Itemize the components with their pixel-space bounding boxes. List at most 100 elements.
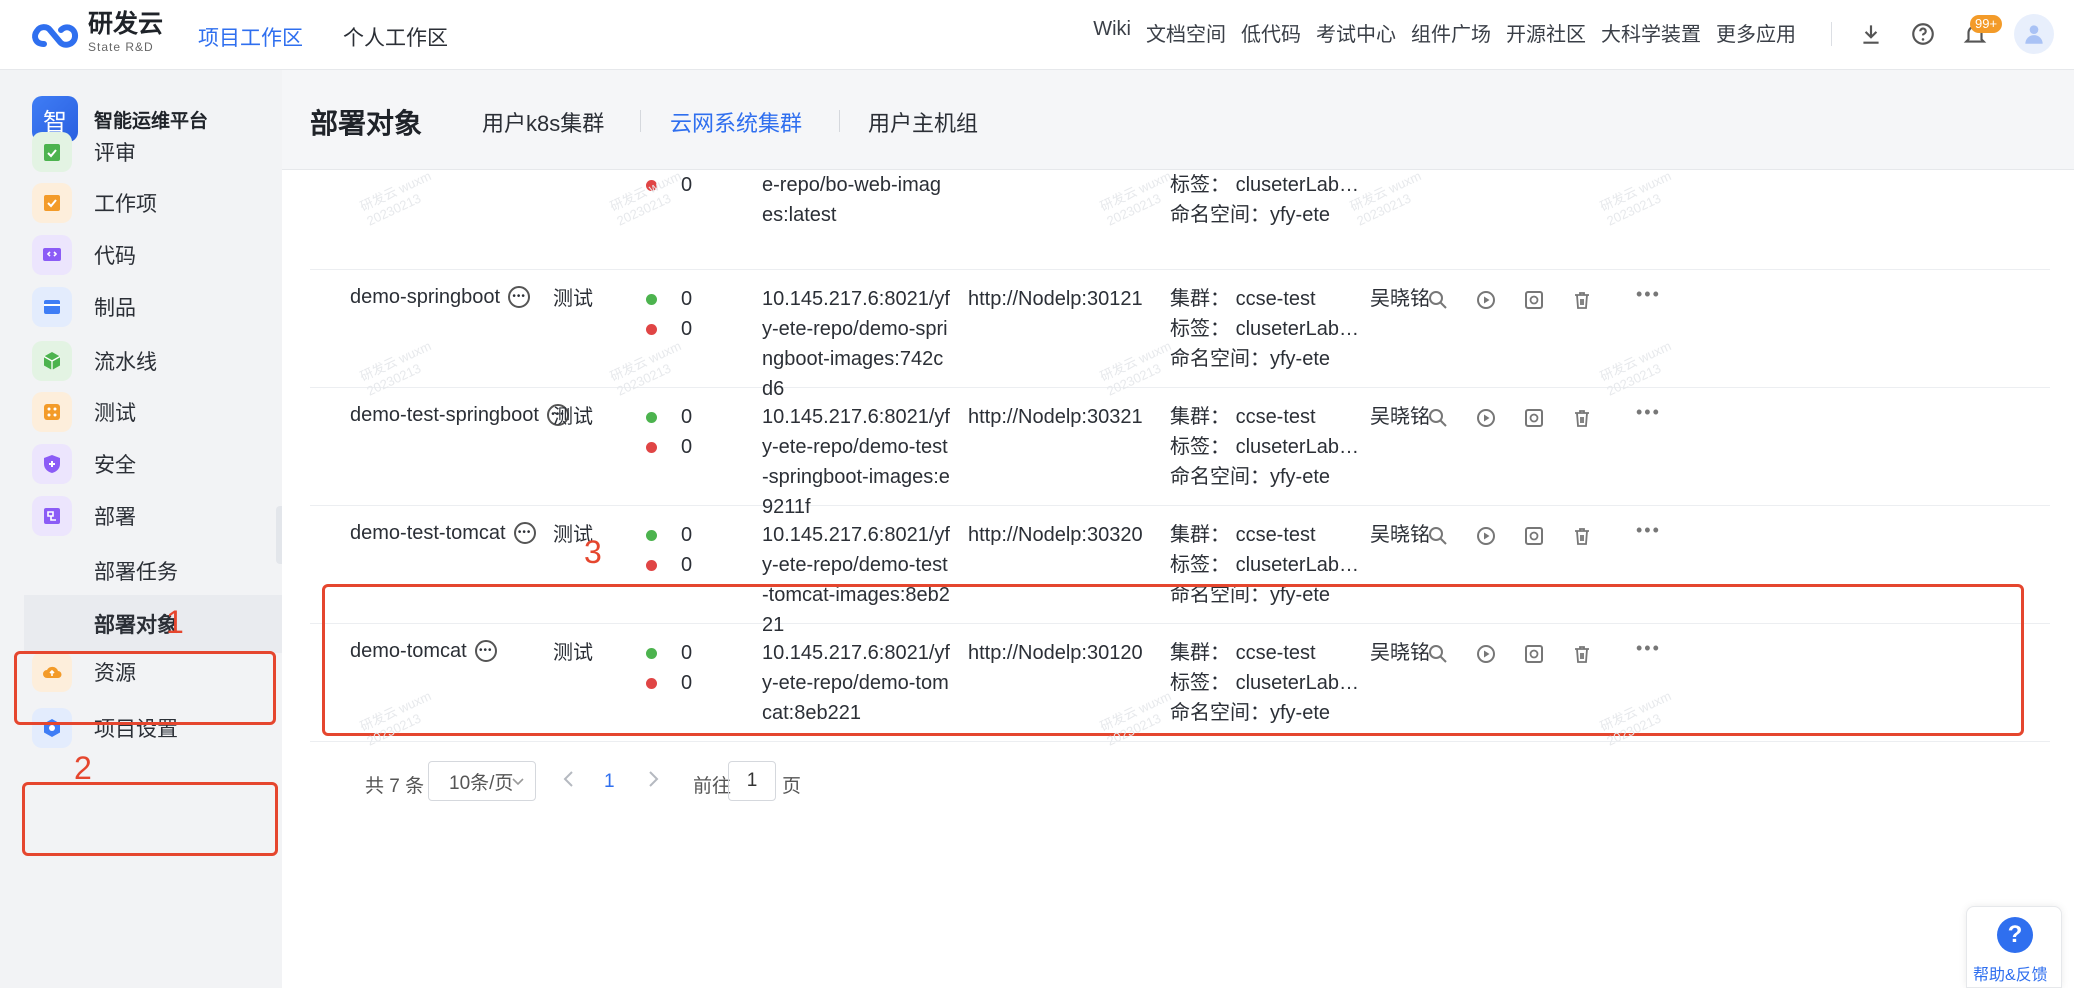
sidebar-item-label: 工作项	[94, 193, 157, 216]
tags-value: cluseterLabel278...	[1235, 318, 1366, 340]
user-icon	[2025, 25, 2043, 44]
help-circle-icon[interactable]	[1910, 21, 1936, 47]
deploy-icon	[32, 496, 72, 536]
test-icon	[32, 392, 72, 432]
sidebar-subitem-label: 部署任务	[94, 561, 178, 584]
platform-title: 智能运维平台	[94, 110, 209, 132]
shield-icon	[32, 444, 72, 484]
search-icon[interactable]	[1428, 290, 1448, 310]
toplink-docs[interactable]: 文档空间	[1146, 18, 1226, 47]
delete-icon[interactable]	[1572, 290, 1592, 310]
tags-value: cluseterLabel278...	[1235, 554, 1366, 576]
tags-value: cluseterLabel278...	[1235, 174, 1366, 196]
toplink-wiki[interactable]: Wiki	[1093, 18, 1131, 47]
toplink-science[interactable]: 大科学装置	[1601, 18, 1701, 47]
object-name[interactable]: demo-test-tomcat	[350, 518, 506, 548]
url-cell: http://Nodelp:30321	[968, 406, 1143, 428]
help-feedback-button[interactable]: ? 帮助&反馈	[1966, 906, 2062, 988]
sidebar-item-code[interactable]: 代码	[32, 233, 272, 277]
nav-project-workspace[interactable]: 项目工作区	[198, 22, 303, 52]
sidebar-subitem-deploy-objects[interactable]: 部署对象	[24, 595, 282, 653]
image-cell: 10.145.217.6:8021/yfy-ete-repo/demo-test…	[762, 406, 950, 518]
sidebar-item-security[interactable]: 安全	[32, 442, 272, 486]
edit-icon[interactable]	[1524, 408, 1544, 428]
namespace-value: yfy-ete	[1270, 466, 1331, 488]
sidebar-item-deploy[interactable]: 部署	[32, 494, 272, 538]
sidebar-item-review[interactable]: 评审	[32, 130, 272, 174]
brand-sub: State R&D	[88, 40, 154, 54]
page-size-select[interactable]: 10条/页	[428, 761, 536, 801]
brand-name: 研发云	[88, 10, 164, 38]
table-row[interactable]: 0 e-repo/bo-web-images:latest 标签： cluset…	[310, 170, 2050, 270]
row-actions	[1428, 526, 1592, 546]
notification-bell[interactable]: 99+	[1962, 15, 2003, 47]
sidebar-item-label: 代码	[94, 245, 136, 268]
prev-page-button[interactable]	[562, 769, 576, 789]
table-row[interactable]: demo-springboot ••• 测试 0 0 10.145.217.6:…	[310, 270, 2050, 400]
cluster-label: 集群：	[1170, 524, 1230, 546]
cluster-cell: 标签： cluseterLabel278... 命名空间：yfy-ete	[1170, 170, 1366, 230]
toplink-opensource[interactable]: 开源社区	[1506, 18, 1586, 47]
search-icon[interactable]	[1428, 526, 1448, 546]
goto-page-input[interactable]: 1	[728, 761, 776, 801]
code-icon	[32, 235, 72, 275]
play-icon[interactable]	[1476, 290, 1496, 310]
tab-user-k8s-cluster[interactable]: 用户k8s集群	[482, 106, 604, 138]
tab-user-host-group[interactable]: 用户主机组	[868, 106, 978, 138]
cloud-logo-icon	[32, 23, 79, 48]
delete-icon[interactable]	[1572, 408, 1592, 428]
status-failed-dot	[646, 441, 657, 453]
object-name[interactable]: demo-springboot	[350, 282, 500, 312]
status-ok-count: 0	[681, 288, 693, 310]
row-actions	[1428, 408, 1592, 428]
cluster-cell: 集群： ccse-test 标签： cluseterLabel278... 命名…	[1170, 284, 1366, 374]
toplink-components[interactable]: 组件广场	[1411, 18, 1491, 47]
more-actions-icon[interactable]: •••	[1636, 284, 1661, 305]
sidebar-item-artifact[interactable]: 制品	[32, 285, 272, 329]
sidebar-item-workitem[interactable]: 工作项	[32, 181, 272, 225]
tab-cloud-network-cluster[interactable]: 云网系统集群	[670, 106, 802, 138]
brand-logo[interactable]: 研发云 State R&D	[30, 12, 163, 53]
status-ok-count: 0	[681, 524, 693, 546]
edit-icon[interactable]	[1524, 526, 1544, 546]
toplink-exam[interactable]: 考试中心	[1316, 18, 1396, 47]
sidebar-item-label: 部署	[94, 506, 136, 529]
url-cell: http://Nodelp:30320	[968, 524, 1143, 546]
sidebar-item-test[interactable]: 测试	[32, 390, 272, 434]
tags-label: 标签：	[1170, 554, 1230, 576]
object-name[interactable]: demo-test-springboot	[350, 400, 539, 430]
download-icon[interactable]	[1858, 21, 1884, 47]
cluster-label: 集群：	[1170, 288, 1230, 310]
avatar[interactable]	[2014, 14, 2054, 54]
page-header: 部署对象 用户k8s集群 云网系统集群 用户主机组	[282, 70, 2074, 170]
annotation-number: 2	[74, 750, 92, 786]
more-actions-icon[interactable]: •••	[1636, 520, 1661, 541]
toplink-more-apps[interactable]: 更多应用	[1716, 18, 1796, 47]
image-cell: 10.145.217.6:8021/yfy-ete-repo/demo-spri…	[762, 288, 950, 400]
namespace-label: 命名空间：	[1170, 204, 1270, 226]
image-cell: e-repo/bo-web-images:latest	[762, 174, 941, 226]
more-info-icon[interactable]: •••	[508, 286, 531, 308]
play-icon[interactable]	[1476, 408, 1496, 428]
search-icon[interactable]	[1428, 408, 1448, 428]
page-number-current[interactable]: 1	[604, 771, 615, 793]
delete-icon[interactable]	[1572, 526, 1592, 546]
sidebar-item-pipeline[interactable]: 流水线	[32, 339, 272, 383]
toplink-lowcode[interactable]: 低代码	[1241, 18, 1301, 47]
top-bar: 研发云 State R&D 项目工作区 个人工作区 Wiki 文档空间 低代码 …	[0, 0, 2074, 70]
more-info-icon[interactable]: •••	[513, 522, 536, 544]
next-page-button[interactable]	[646, 769, 660, 789]
more-actions-icon[interactable]: •••	[1636, 402, 1661, 423]
tab-divider	[640, 110, 641, 132]
sidebar-item-label: 安全	[94, 454, 136, 477]
table-row[interactable]: demo-test-springboot ••• 测试 0 0 10.145.2…	[310, 388, 2050, 518]
edit-icon[interactable]	[1524, 290, 1544, 310]
play-icon[interactable]	[1476, 526, 1496, 546]
url-cell: http://Nodelp:30121	[968, 288, 1143, 310]
sidebar-subitem-deploy-tasks[interactable]: 部署任务	[24, 542, 282, 600]
owner-cell: 吴晓铭	[1370, 406, 1430, 428]
nav-personal-workspace[interactable]: 个人工作区	[343, 22, 448, 52]
status-cell: 0 0	[646, 402, 692, 462]
question-icon: ?	[1997, 917, 2033, 953]
status-failed-dot	[646, 179, 657, 191]
